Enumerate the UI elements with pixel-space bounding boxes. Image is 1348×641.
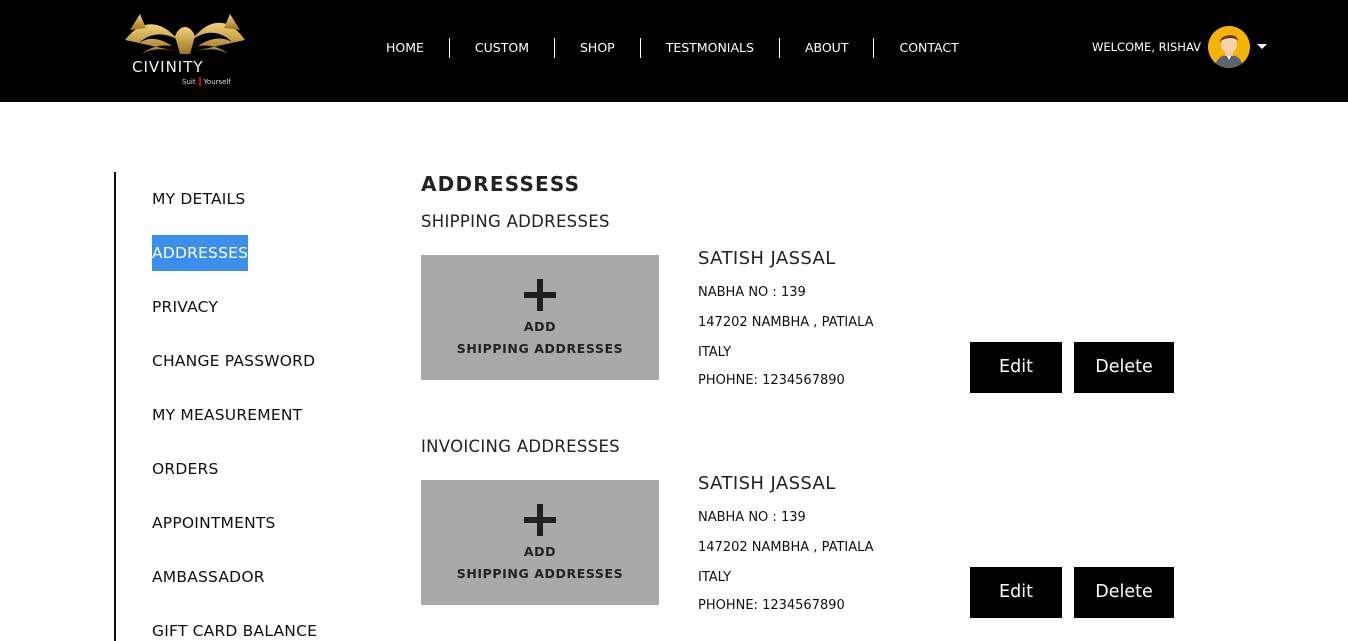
civinity-logo[interactable]: CIVINITY Suit Yourself [120,10,250,92]
address-phone: PHOHNE: 1234567890 [698,598,845,613]
sidebar-item-privacy[interactable]: PRIVACY [152,289,218,325]
page-title: ADDRESSESS [421,172,581,196]
add-label: ADD [523,544,557,559]
welcome-text: WELCOME, RISHAV [1092,40,1201,54]
address-line-1: NABHA NO : 139 [698,510,806,525]
nav-contact[interactable]: CONTACT [873,38,983,58]
delete-shipping-address-button[interactable]: Delete [1074,342,1174,393]
logo-tagline-left: Suit [182,78,196,86]
plus-icon [524,279,556,311]
edit-invoicing-address-button[interactable]: Edit [970,567,1062,618]
address-line-2: 147202 NAMBHA , PATIALA [698,540,874,555]
add-invoicing-address-button[interactable]: ADD SHIPPING ADDRESSES [421,480,659,605]
user-avatar-icon [1208,26,1250,68]
main-nav: HOME CUSTOM SHOP TESTMONIALS ABOUT CONTA… [370,38,984,58]
top-navbar: CIVINITY Suit Yourself HOME CUSTOM SHOP T… [0,0,1348,102]
address-country: ITALY [698,345,732,360]
address-phone: PHOHNE: 1234567890 [698,373,845,388]
logo-red-bar [198,77,201,86]
address-name: SATISH JASSAL [698,473,836,494]
nav-shop[interactable]: SHOP [554,38,640,58]
logo-tagline: Suit Yourself [182,77,231,86]
sidebar-item-my-measurement[interactable]: MY MEASUREMENT [152,397,302,433]
nav-about[interactable]: ABOUT [778,38,874,58]
sidebar-item-orders[interactable]: ORDERS [152,451,219,487]
nav-home[interactable]: HOME [370,38,449,58]
nav-custom[interactable]: CUSTOM [448,38,554,58]
sidebar-divider [114,172,116,641]
address-line-2: 147202 NAMBHA , PATIALA [698,315,874,330]
user-avatar[interactable] [1208,26,1250,68]
sidebar-item-my-details[interactable]: MY DETAILS [152,181,245,217]
nav-testimonials[interactable]: TESTMONIALS [639,38,779,58]
add-label: ADD [523,319,557,334]
sidebar-item-addresses[interactable]: ADDRESSES [152,235,249,271]
sidebar-item-appointments[interactable]: APPOINTMENTS [152,505,276,541]
address-name: SATISH JASSAL [698,248,836,269]
delete-invoicing-address-button[interactable]: Delete [1074,567,1174,618]
address-line-1: NABHA NO : 139 [698,285,806,300]
add-label-type: SHIPPING ADDRESSES [456,341,624,356]
edit-shipping-address-button[interactable]: Edit [970,342,1062,393]
address-country: ITALY [698,570,732,585]
sidebar-item-ambassador[interactable]: AMBASSADOR [152,559,265,595]
sidebar-item-change-password[interactable]: CHANGE PASSWORD [152,343,315,379]
logo-text: CIVINITY [132,58,204,76]
invoicing-addresses-heading: INVOICING ADDRESSES [421,437,620,456]
plus-icon [524,504,556,536]
sidebar-item-gift-card-balance[interactable]: GIFT CARD BALANCE [152,613,317,641]
add-shipping-address-button[interactable]: ADD SHIPPING ADDRESSES [421,255,659,380]
logo-tagline-right: Yourself [203,78,231,86]
shipping-addresses-heading: SHIPPING ADDRESSES [421,212,610,231]
user-menu-caret-icon[interactable] [1257,44,1267,49]
add-label-type: SHIPPING ADDRESSES [456,566,624,581]
